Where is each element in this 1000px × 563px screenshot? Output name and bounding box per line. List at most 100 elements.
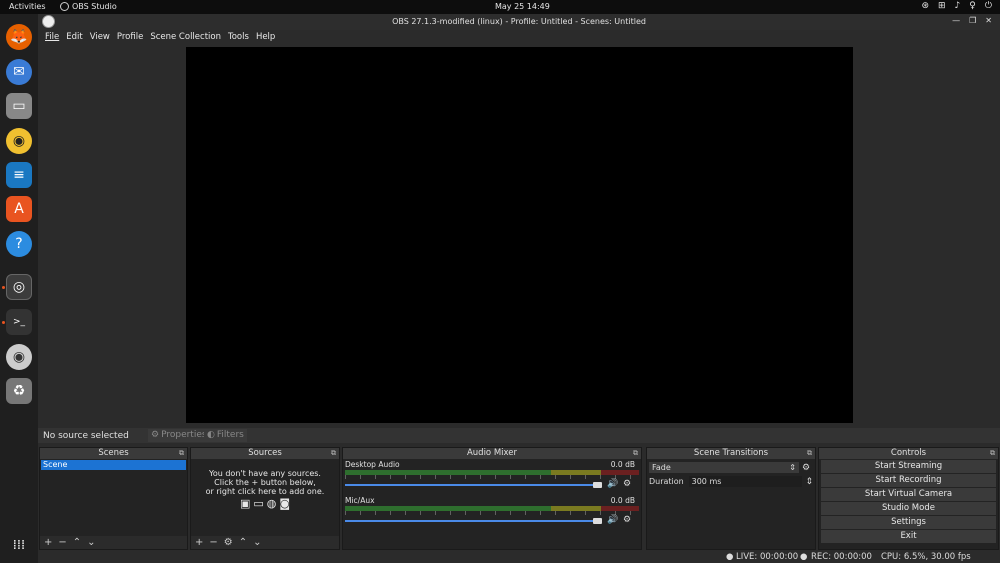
chevron-updown-icon: ⇕ — [789, 463, 796, 472]
help-icon[interactable]: ? — [6, 231, 32, 257]
close-icon[interactable]: ✕ — [985, 16, 992, 25]
undock-icon[interactable]: ⧉ — [331, 448, 336, 459]
menu-tools[interactable]: Tools — [228, 30, 249, 44]
disc-icon[interactable]: ◉ — [6, 344, 32, 370]
volume-fader[interactable]: 🔊 ⚙ — [345, 479, 639, 489]
volume-fader[interactable]: 🔊 ⚙ — [345, 515, 639, 525]
speaker-icon[interactable]: 🔊 — [607, 479, 618, 489]
studio-mode-button[interactable]: Studio Mode — [821, 502, 996, 515]
move-down-icon[interactable]: ⌄ — [87, 536, 95, 549]
duration-value: 300 ms — [691, 477, 722, 486]
menu-scene-collection[interactable]: Scene Collection — [150, 30, 221, 44]
start-recording-button[interactable]: Start Recording — [821, 474, 996, 487]
gear-icon[interactable]: ⚙ — [802, 463, 810, 473]
app-menu[interactable]: OBS Studio — [60, 2, 117, 11]
preview-canvas[interactable] — [186, 47, 853, 423]
microphone-icon[interactable]: ♀ — [969, 1, 976, 11]
cpu-fps: CPU: 6.5%, 30.00 fps — [881, 552, 971, 562]
undock-icon[interactable]: ⧉ — [179, 448, 184, 459]
menu-file[interactable]: File — [45, 30, 59, 44]
application-dock: 🦊 ✉ ▭ ◉ ≡ A ? ◎ >_ ◉ ♻ ⁞⁞⁞ — [0, 14, 38, 563]
filters-button[interactable]: ◐ Filters — [204, 429, 247, 442]
obs-studio-icon[interactable]: ◎ — [6, 274, 32, 300]
system-tray[interactable]: ⊛ ⊞ ♪ ♀ ⏻ — [921, 1, 992, 11]
clock[interactable]: May 25 14:49 — [495, 2, 550, 11]
menu-profile[interactable]: Profile — [117, 30, 143, 44]
gear-icon[interactable]: ⚙ — [224, 536, 233, 549]
activities-button[interactable]: Activities — [9, 2, 46, 11]
trash-icon[interactable]: ♻ — [6, 378, 32, 404]
maximize-icon[interactable]: ❐ — [969, 16, 976, 25]
thunderbird-icon[interactable]: ✉ — [6, 59, 32, 85]
rhythmbox-icon[interactable]: ◉ — [6, 128, 32, 154]
minimize-icon[interactable]: — — [952, 16, 960, 25]
start-streaming-button[interactable]: Start Streaming — [821, 460, 996, 473]
fader-track[interactable] — [345, 520, 595, 522]
writer-icon[interactable]: ≡ — [6, 162, 32, 188]
add-icon[interactable]: + — [44, 536, 52, 549]
files-icon[interactable]: ▭ — [6, 93, 32, 119]
software-center-icon[interactable]: A — [6, 196, 32, 222]
undock-icon[interactable]: ⧉ — [990, 448, 995, 459]
mixer-title: Audio Mixer — [466, 448, 518, 458]
scenes-title: Scenes — [98, 448, 129, 458]
window-titlebar[interactable]: OBS 27.1.3-modified (linux) - Profile: U… — [38, 14, 1000, 30]
move-down-icon[interactable]: ⌄ — [253, 536, 261, 549]
settings-button[interactable]: Settings — [821, 516, 996, 529]
obs-window: OBS 27.1.3-modified (linux) - Profile: U… — [38, 14, 1000, 563]
remove-icon[interactable]: − — [209, 536, 217, 549]
channel-name: Desktop Audio — [345, 460, 400, 469]
obs-logo-icon — [60, 2, 69, 11]
firefox-icon[interactable]: 🦊 — [6, 24, 32, 50]
gear-icon[interactable]: ⚙ — [623, 515, 631, 525]
network-icon[interactable]: ⊞ — [938, 1, 946, 11]
fader-track[interactable] — [345, 484, 595, 486]
camera-icon: ◙ — [279, 497, 291, 510]
menu-bar: File Edit View Profile Scene Collection … — [38, 30, 1000, 44]
show-applications-icon[interactable]: ⁞⁞⁞ — [6, 532, 32, 558]
power-icon[interactable]: ⏻ — [985, 1, 992, 11]
accessibility-icon[interactable]: ⊛ — [921, 1, 929, 11]
duration-input[interactable]: 300 ms — [688, 476, 803, 487]
status-bar: ● LIVE: 00:00:00 ● REC: 00:00:00 CPU: 6.… — [38, 550, 1000, 563]
fader-handle[interactable] — [593, 518, 602, 524]
scenes-toolbar: + − ⌃ ⌄ — [40, 536, 187, 549]
system-top-bar: Activities OBS Studio May 25 14:49 ⊛ ⊞ ♪… — [0, 0, 1000, 14]
fader-handle[interactable] — [593, 482, 602, 488]
undock-icon[interactable]: ⧉ — [807, 448, 812, 459]
menu-help[interactable]: Help — [256, 30, 275, 44]
add-icon[interactable]: + — [195, 536, 203, 549]
source-toolbar: No source selected ⚙ Properties ◐ Filter… — [38, 428, 1000, 443]
menu-view[interactable]: View — [90, 30, 110, 44]
move-up-icon[interactable]: ⌃ — [73, 536, 81, 549]
mixer-channel: Mic/Aux 0.0 dB 🔊 ⚙ — [343, 495, 641, 531]
gear-icon[interactable]: ⚙ — [623, 479, 631, 489]
window-title: OBS 27.1.3-modified (linux) - Profile: U… — [392, 17, 646, 26]
undock-icon[interactable]: ⧉ — [633, 448, 638, 459]
scene-list-item[interactable]: Scene — [41, 460, 186, 470]
controls-panel: Controls ⧉ Start Streaming Start Recordin… — [818, 447, 999, 550]
gear-icon: ⚙ — [151, 430, 160, 440]
controls-title: Controls — [890, 448, 927, 458]
move-up-icon[interactable]: ⌃ — [239, 536, 247, 549]
speaker-icon[interactable]: 🔊 — [607, 515, 618, 525]
menu-edit[interactable]: Edit — [66, 30, 82, 44]
start-virtual-camera-button[interactable]: Start Virtual Camera — [821, 488, 996, 501]
running-indicator — [2, 286, 5, 289]
exit-button[interactable]: Exit — [821, 530, 996, 543]
terminal-icon[interactable]: >_ — [6, 309, 32, 335]
preview-area — [38, 44, 1000, 440]
remove-icon[interactable]: − — [58, 536, 66, 549]
channel-name: Mic/Aux — [345, 496, 375, 505]
sources-empty-message[interactable]: You don't have any sources. Click the + … — [191, 469, 339, 510]
empty-line: You don't have any sources. — [209, 469, 321, 478]
properties-button[interactable]: ⚙ Properties — [148, 429, 210, 442]
globe-icon: ◍ — [266, 497, 277, 510]
volume-icon[interactable]: ♪ — [955, 1, 961, 11]
live-status-icon: ● — [726, 552, 734, 562]
properties-label: Properties — [161, 430, 207, 440]
scene-transitions-panel: Scene Transitions ⧉ Fade ⇕ ⚙ Duration 300… — [646, 447, 816, 550]
filters-label: Filters — [216, 430, 244, 440]
transition-select[interactable]: Fade ⇕ — [649, 462, 799, 473]
spinner-icon[interactable]: ⇕ — [805, 477, 813, 487]
